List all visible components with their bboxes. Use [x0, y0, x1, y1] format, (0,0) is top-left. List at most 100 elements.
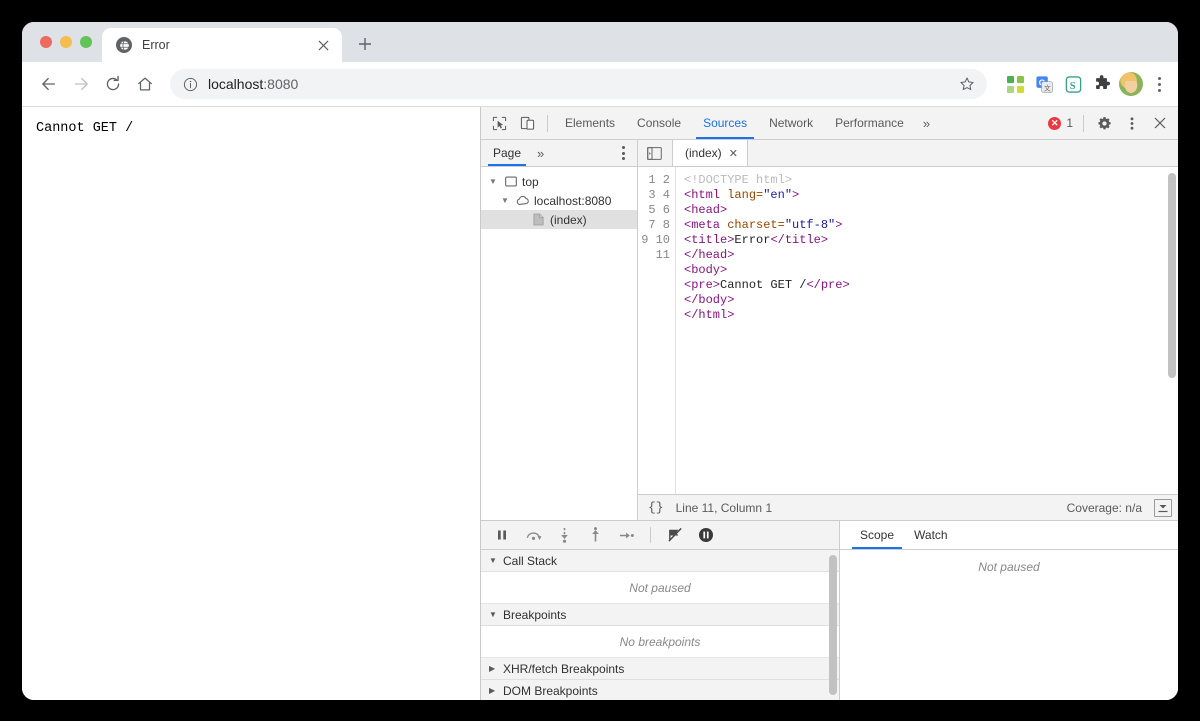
- address-bar[interactable]: localhost:8080: [170, 69, 987, 99]
- tab-strip: Error: [22, 22, 1178, 62]
- more-tabs-icon[interactable]: »: [915, 116, 938, 131]
- chevron-down-icon[interactable]: ▼: [499, 196, 511, 205]
- step-over-button[interactable]: [522, 524, 544, 546]
- close-icon[interactable]: ✕: [729, 147, 738, 160]
- navigator-tab-label: Page: [493, 146, 522, 160]
- code-token: </title>: [770, 233, 829, 247]
- close-devtools-icon[interactable]: [1146, 110, 1174, 136]
- navigator-tab-page[interactable]: Page: [485, 140, 529, 166]
- section-xhr-breakpoints[interactable]: ▶ XHR/fetch Breakpoints: [481, 658, 839, 680]
- tab-sources[interactable]: Sources: [692, 107, 758, 139]
- tree-item-index[interactable]: (index): [481, 210, 637, 229]
- error-count: 1: [1066, 116, 1073, 130]
- tab-console[interactable]: Console: [626, 107, 692, 139]
- resume-pause-button[interactable]: [491, 524, 513, 546]
- devtools-tab-list: Elements Console Sources Network Perform…: [554, 107, 915, 139]
- tree-item-top[interactable]: ▼ top: [481, 172, 637, 191]
- section-label: XHR/fetch Breakpoints: [503, 661, 625, 676]
- tab-scope[interactable]: Scope: [850, 521, 904, 549]
- editor-tab-label: (index): [685, 146, 722, 160]
- qr-code-extension-icon[interactable]: [1003, 72, 1027, 96]
- document-icon: [531, 213, 546, 226]
- globe-icon: [116, 37, 132, 53]
- back-button[interactable]: [34, 69, 64, 99]
- section-call-stack[interactable]: ▼ Call Stack: [481, 550, 839, 572]
- editor-tab-index[interactable]: (index) ✕: [672, 140, 748, 166]
- tree-item-label: top: [522, 174, 539, 189]
- gear-icon[interactable]: [1090, 110, 1118, 136]
- browser-tab[interactable]: Error: [102, 28, 342, 62]
- tab-elements[interactable]: Elements: [554, 107, 626, 139]
- error-count-badge[interactable]: ✕ 1: [1048, 116, 1077, 130]
- step-out-button[interactable]: [584, 524, 606, 546]
- chrome-menu-icon[interactable]: [1148, 71, 1170, 97]
- show-navigator-icon[interactable]: [644, 144, 664, 162]
- section-dom-breakpoints[interactable]: ▶ DOM Breakpoints: [481, 680, 839, 700]
- reload-button[interactable]: [98, 69, 128, 99]
- google-translate-extension-icon[interactable]: G 文: [1032, 72, 1056, 96]
- tab-label: Network: [769, 116, 814, 130]
- forward-button[interactable]: [66, 69, 96, 99]
- tab-watch[interactable]: Watch: [904, 521, 958, 549]
- sources-top-split: Page » ▼ top ▼ localhost:8080 (index) (i…: [481, 140, 1178, 521]
- tab-label: Sources: [703, 116, 748, 130]
- browser-window: Error localhost:8080 文 S Cannot GET / El…: [22, 22, 1178, 700]
- new-tab-button[interactable]: [350, 29, 380, 59]
- chevron-down-icon[interactable]: ▼: [489, 610, 498, 619]
- navigator-more-options-icon[interactable]: [613, 146, 633, 160]
- section-breakpoints[interactable]: ▼ Breakpoints: [481, 604, 839, 626]
- navigator-more-tabs-icon[interactable]: »: [529, 146, 552, 161]
- editor-scrollbar[interactable]: [1168, 173, 1176, 488]
- debugger-divider: [650, 527, 651, 543]
- close-icon[interactable]: [314, 36, 332, 54]
- deactivate-breakpoints-button[interactable]: [664, 524, 686, 546]
- devtools-tabbar: Elements Console Sources Network Perform…: [481, 107, 1178, 140]
- puzzle-extensions-icon[interactable]: [1090, 72, 1114, 96]
- code-token: >: [792, 188, 800, 202]
- code-editor[interactable]: 1 2 3 4 5 6 7 8 9 10 11 <!DOCTYPE html> …: [638, 167, 1178, 494]
- format-code-icon[interactable]: {}: [648, 500, 664, 515]
- pause-on-exceptions-button[interactable]: [695, 524, 717, 546]
- tree-item-origin[interactable]: ▼ localhost:8080: [481, 191, 637, 210]
- toolbar-divider-2: [1083, 114, 1084, 132]
- code-line: <html lang="en">: [684, 188, 799, 202]
- close-window-button[interactable]: [40, 36, 52, 48]
- avatar[interactable]: [1119, 72, 1143, 96]
- maximize-window-button[interactable]: [80, 36, 92, 48]
- inspect-element-icon[interactable]: [485, 110, 513, 136]
- url-port: :8080: [263, 76, 299, 92]
- chevron-right-icon[interactable]: ▶: [489, 686, 498, 695]
- tab-label: Watch: [914, 528, 948, 542]
- device-toolbar-icon[interactable]: [513, 110, 541, 136]
- frame-icon: [503, 176, 518, 187]
- code-line: </head>: [684, 248, 734, 262]
- devtools-body: Page » ▼ top ▼ localhost:8080 (index) (i…: [481, 140, 1178, 700]
- editor-pane: (index) ✕ 1 2 3 4 5 6 7 8 9 10 11 <!DOCT…: [638, 140, 1178, 520]
- tab-performance[interactable]: Performance: [824, 107, 915, 139]
- svg-text:S: S: [1069, 80, 1075, 91]
- debugger-toolbar: [481, 521, 839, 550]
- step-into-button[interactable]: [553, 524, 575, 546]
- code-content[interactable]: <!DOCTYPE html> <html lang="en"> <head> …: [676, 167, 1178, 494]
- show-drawer-icon[interactable]: [1154, 498, 1172, 517]
- s-extension-icon[interactable]: S: [1061, 72, 1085, 96]
- more-options-icon[interactable]: [1118, 110, 1146, 136]
- debugger-scrollbar[interactable]: [829, 555, 837, 695]
- chevron-down-icon[interactable]: ▼: [489, 556, 498, 565]
- tab-network[interactable]: Network: [758, 107, 824, 139]
- breakpoints-empty: No breakpoints: [481, 626, 839, 658]
- editor-status-bar: {} Line 11, Column 1 Coverage: n/a: [638, 494, 1178, 520]
- code-token: <!DOCTYPE html>: [684, 173, 793, 187]
- chevron-down-icon[interactable]: ▼: [487, 177, 499, 186]
- info-circle-icon[interactable]: [182, 76, 198, 92]
- code-line: <title>Error</title>: [684, 233, 828, 247]
- svg-text:文: 文: [1044, 83, 1051, 92]
- url-text: localhost:8080: [208, 76, 943, 92]
- minimize-window-button[interactable]: [60, 36, 72, 48]
- home-button[interactable]: [130, 69, 160, 99]
- coverage-status: Coverage: n/a: [1066, 500, 1142, 515]
- star-icon[interactable]: [953, 70, 981, 98]
- chevron-right-icon[interactable]: ▶: [489, 664, 498, 673]
- page-tree: ▼ top ▼ localhost:8080 (index): [481, 167, 637, 229]
- step-button[interactable]: [615, 524, 637, 546]
